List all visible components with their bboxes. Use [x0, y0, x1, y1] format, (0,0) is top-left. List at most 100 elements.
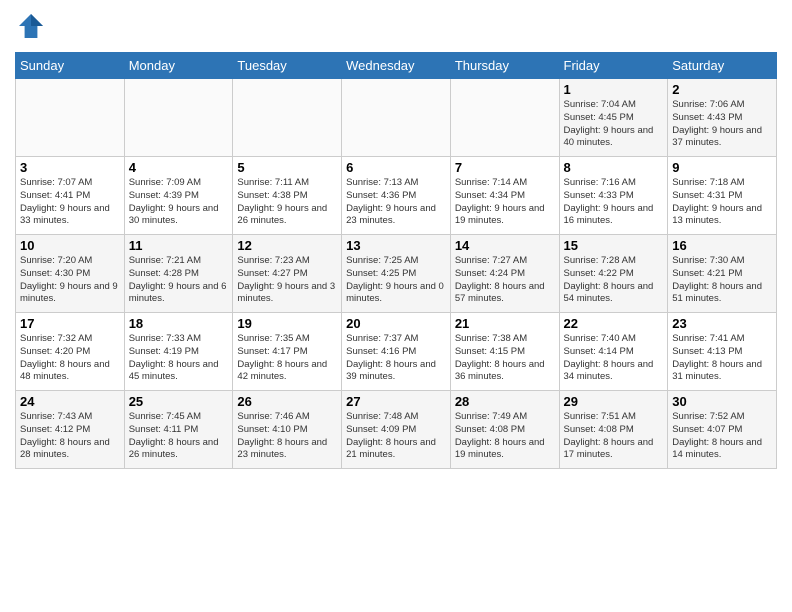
day-info: Sunrise: 7:27 AM Sunset: 4:24 PM Dayligh…	[455, 255, 555, 306]
sunrise: Sunrise: 7:41 AM	[672, 333, 744, 344]
daylight: Daylight: 8 hours and 51 minutes.	[672, 281, 762, 305]
daylight: Daylight: 9 hours and 40 minutes.	[564, 125, 654, 149]
day-number: 18	[129, 316, 229, 331]
header-wednesday: Wednesday	[342, 53, 451, 79]
sunset: Sunset: 4:38 PM	[237, 190, 307, 201]
day-info: Sunrise: 7:25 AM Sunset: 4:25 PM Dayligh…	[346, 255, 446, 306]
week-row-2: 3 Sunrise: 7:07 AM Sunset: 4:41 PM Dayli…	[16, 157, 777, 235]
sunrise: Sunrise: 7:35 AM	[237, 333, 309, 344]
week-row-4: 17 Sunrise: 7:32 AM Sunset: 4:20 PM Dayl…	[16, 313, 777, 391]
day-cell: 30 Sunrise: 7:52 AM Sunset: 4:07 PM Dayl…	[668, 391, 777, 469]
sunrise: Sunrise: 7:16 AM	[564, 177, 636, 188]
sunset: Sunset: 4:09 PM	[346, 424, 416, 435]
day-number: 10	[20, 238, 120, 253]
day-number: 24	[20, 394, 120, 409]
header-thursday: Thursday	[450, 53, 559, 79]
daylight: Daylight: 9 hours and 37 minutes.	[672, 125, 762, 149]
sunset: Sunset: 4:13 PM	[672, 346, 742, 357]
sunrise: Sunrise: 7:04 AM	[564, 99, 636, 110]
day-info: Sunrise: 7:06 AM Sunset: 4:43 PM Dayligh…	[672, 99, 772, 150]
day-cell: 4 Sunrise: 7:09 AM Sunset: 4:39 PM Dayli…	[124, 157, 233, 235]
sunset: Sunset: 4:10 PM	[237, 424, 307, 435]
sunset: Sunset: 4:14 PM	[564, 346, 634, 357]
day-number: 5	[237, 160, 337, 175]
sunset: Sunset: 4:12 PM	[20, 424, 90, 435]
day-cell: 23 Sunrise: 7:41 AM Sunset: 4:13 PM Dayl…	[668, 313, 777, 391]
daylight: Daylight: 9 hours and 19 minutes.	[455, 203, 545, 227]
sunrise: Sunrise: 7:43 AM	[20, 411, 92, 422]
week-row-5: 24 Sunrise: 7:43 AM Sunset: 4:12 PM Dayl…	[16, 391, 777, 469]
day-info: Sunrise: 7:18 AM Sunset: 4:31 PM Dayligh…	[672, 177, 772, 228]
daylight: Daylight: 8 hours and 45 minutes.	[129, 359, 219, 383]
day-number: 25	[129, 394, 229, 409]
daylight: Daylight: 8 hours and 23 minutes.	[237, 437, 327, 461]
sunset: Sunset: 4:36 PM	[346, 190, 416, 201]
sunrise: Sunrise: 7:13 AM	[346, 177, 418, 188]
day-number: 29	[564, 394, 664, 409]
day-number: 20	[346, 316, 446, 331]
day-cell	[124, 79, 233, 157]
day-number: 11	[129, 238, 229, 253]
day-cell: 27 Sunrise: 7:48 AM Sunset: 4:09 PM Dayl…	[342, 391, 451, 469]
sunset: Sunset: 4:20 PM	[20, 346, 90, 357]
daylight: Daylight: 8 hours and 57 minutes.	[455, 281, 545, 305]
daylight: Daylight: 8 hours and 14 minutes.	[672, 437, 762, 461]
day-cell: 15 Sunrise: 7:28 AM Sunset: 4:22 PM Dayl…	[559, 235, 668, 313]
daylight: Daylight: 9 hours and 3 minutes.	[237, 281, 335, 305]
sunset: Sunset: 4:30 PM	[20, 268, 90, 279]
daylight: Daylight: 9 hours and 23 minutes.	[346, 203, 436, 227]
sunrise: Sunrise: 7:48 AM	[346, 411, 418, 422]
sunset: Sunset: 4:17 PM	[237, 346, 307, 357]
day-cell: 26 Sunrise: 7:46 AM Sunset: 4:10 PM Dayl…	[233, 391, 342, 469]
sunset: Sunset: 4:34 PM	[455, 190, 525, 201]
day-info: Sunrise: 7:14 AM Sunset: 4:34 PM Dayligh…	[455, 177, 555, 228]
daylight: Daylight: 8 hours and 21 minutes.	[346, 437, 436, 461]
week-row-1: 1 Sunrise: 7:04 AM Sunset: 4:45 PM Dayli…	[16, 79, 777, 157]
calendar-table: Sunday Monday Tuesday Wednesday Thursday…	[15, 52, 777, 469]
day-cell: 9 Sunrise: 7:18 AM Sunset: 4:31 PM Dayli…	[668, 157, 777, 235]
day-cell: 16 Sunrise: 7:30 AM Sunset: 4:21 PM Dayl…	[668, 235, 777, 313]
daylight: Daylight: 9 hours and 26 minutes.	[237, 203, 327, 227]
logo	[15, 10, 49, 42]
day-cell: 29 Sunrise: 7:51 AM Sunset: 4:08 PM Dayl…	[559, 391, 668, 469]
sunset: Sunset: 4:08 PM	[455, 424, 525, 435]
day-number: 16	[672, 238, 772, 253]
day-info: Sunrise: 7:48 AM Sunset: 4:09 PM Dayligh…	[346, 411, 446, 462]
weekday-header-row: Sunday Monday Tuesday Wednesday Thursday…	[16, 53, 777, 79]
calendar-page: Sunday Monday Tuesday Wednesday Thursday…	[0, 0, 792, 612]
sunset: Sunset: 4:15 PM	[455, 346, 525, 357]
sunset: Sunset: 4:07 PM	[672, 424, 742, 435]
day-info: Sunrise: 7:16 AM Sunset: 4:33 PM Dayligh…	[564, 177, 664, 228]
daylight: Daylight: 8 hours and 26 minutes.	[129, 437, 219, 461]
day-cell: 22 Sunrise: 7:40 AM Sunset: 4:14 PM Dayl…	[559, 313, 668, 391]
sunset: Sunset: 4:45 PM	[564, 112, 634, 123]
day-number: 17	[20, 316, 120, 331]
day-cell	[233, 79, 342, 157]
sunrise: Sunrise: 7:25 AM	[346, 255, 418, 266]
day-number: 1	[564, 82, 664, 97]
sunrise: Sunrise: 7:14 AM	[455, 177, 527, 188]
sunrise: Sunrise: 7:23 AM	[237, 255, 309, 266]
sunset: Sunset: 4:16 PM	[346, 346, 416, 357]
day-info: Sunrise: 7:32 AM Sunset: 4:20 PM Dayligh…	[20, 333, 120, 384]
day-cell	[16, 79, 125, 157]
day-cell: 8 Sunrise: 7:16 AM Sunset: 4:33 PM Dayli…	[559, 157, 668, 235]
day-info: Sunrise: 7:20 AM Sunset: 4:30 PM Dayligh…	[20, 255, 120, 306]
day-cell: 3 Sunrise: 7:07 AM Sunset: 4:41 PM Dayli…	[16, 157, 125, 235]
daylight: Daylight: 8 hours and 48 minutes.	[20, 359, 110, 383]
sunrise: Sunrise: 7:45 AM	[129, 411, 201, 422]
day-info: Sunrise: 7:33 AM Sunset: 4:19 PM Dayligh…	[129, 333, 229, 384]
day-number: 14	[455, 238, 555, 253]
daylight: Daylight: 8 hours and 36 minutes.	[455, 359, 545, 383]
sunrise: Sunrise: 7:07 AM	[20, 177, 92, 188]
sunrise: Sunrise: 7:38 AM	[455, 333, 527, 344]
daylight: Daylight: 8 hours and 39 minutes.	[346, 359, 436, 383]
sunset: Sunset: 4:25 PM	[346, 268, 416, 279]
sunset: Sunset: 4:27 PM	[237, 268, 307, 279]
sunset: Sunset: 4:24 PM	[455, 268, 525, 279]
day-cell: 2 Sunrise: 7:06 AM Sunset: 4:43 PM Dayli…	[668, 79, 777, 157]
day-info: Sunrise: 7:45 AM Sunset: 4:11 PM Dayligh…	[129, 411, 229, 462]
day-info: Sunrise: 7:23 AM Sunset: 4:27 PM Dayligh…	[237, 255, 337, 306]
day-number: 12	[237, 238, 337, 253]
day-info: Sunrise: 7:28 AM Sunset: 4:22 PM Dayligh…	[564, 255, 664, 306]
